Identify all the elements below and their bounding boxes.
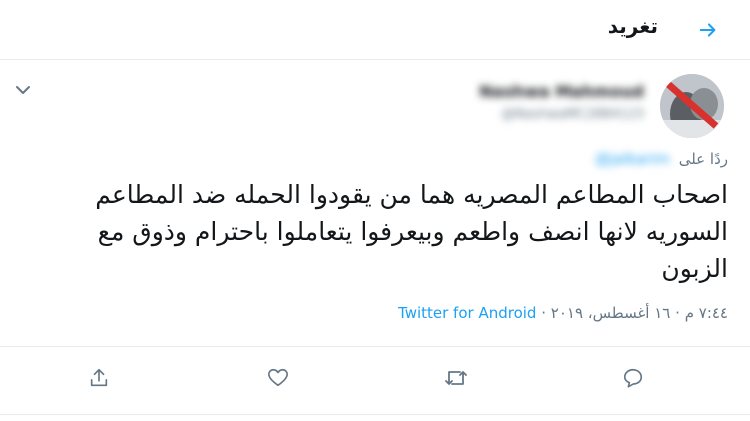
- reply-prefix: ردًا على: [678, 150, 728, 168]
- retweet-icon[interactable]: [442, 364, 470, 392]
- author-block[interactable]: Nashwa Mahmoud @NashwaMC2884123: [479, 82, 644, 122]
- tweet-text-line: السوريه لانها انصف واطعم وبيعرفوا يتعامل…: [97, 217, 728, 246]
- tweet-meta: ٧:٤٤ م · ١٦ أغسطس، ٢٠١٩ · Twitter for An…: [398, 304, 728, 322]
- meta-separator: ·: [541, 304, 547, 322]
- reply-mention-link[interactable]: @jalkarim: [595, 150, 670, 168]
- tweet-date[interactable]: ١٦ أغسطس، ٢٠١٩: [551, 304, 671, 322]
- page-title: تغريد: [607, 14, 658, 38]
- tweet-text-line: اصحاب المطاعم المصريه هما من يقودوا الحم…: [95, 180, 728, 209]
- tweet-text-line: الزبون: [661, 254, 728, 283]
- author-name[interactable]: Nashwa Mahmoud: [479, 82, 644, 101]
- reply-context: ردًا على @jalkarim: [595, 150, 728, 168]
- tweet-time[interactable]: ٧:٤٤ م: [685, 304, 728, 322]
- tweet-header: تغريد: [0, 0, 750, 60]
- divider: [0, 414, 750, 415]
- tweet-source-link[interactable]: Twitter for Android: [398, 304, 536, 322]
- tweet-text: اصحاب المطاعم المصريه هما من يقودوا الحم…: [22, 176, 728, 287]
- chevron-down-icon[interactable]: [14, 82, 32, 96]
- share-icon[interactable]: [85, 364, 113, 392]
- avatar[interactable]: [660, 74, 724, 138]
- tweet-actions: [0, 360, 750, 400]
- author-handle[interactable]: @NashwaMC2884123: [479, 107, 645, 122]
- arrow-right-icon[interactable]: [694, 16, 722, 44]
- divider: [0, 346, 750, 347]
- comment-icon[interactable]: [619, 364, 647, 392]
- heart-icon[interactable]: [264, 364, 292, 392]
- meta-separator: ·: [675, 304, 680, 322]
